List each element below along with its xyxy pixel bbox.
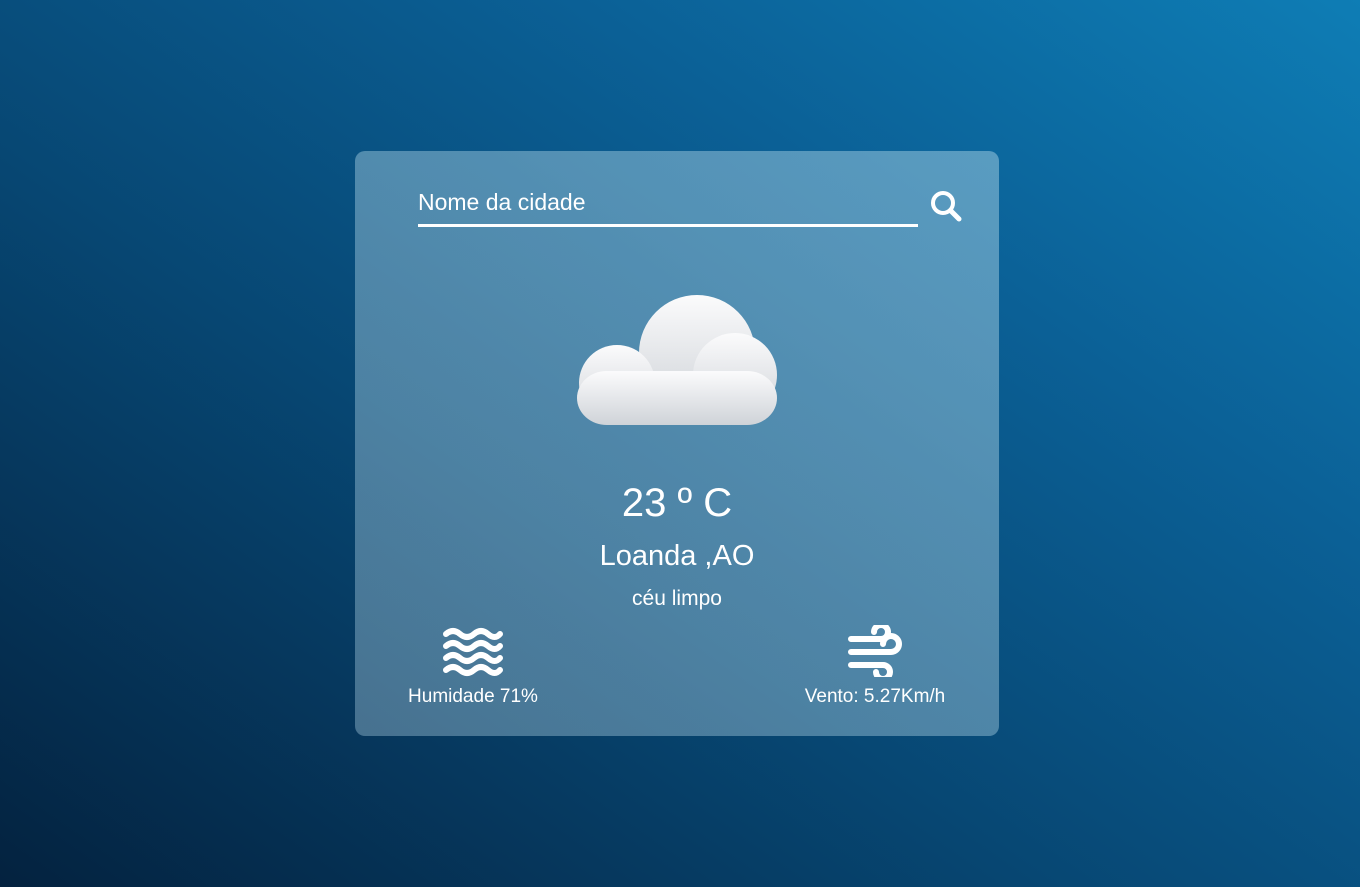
search-icon [931, 191, 962, 222]
search-button[interactable] [928, 189, 964, 225]
wind-icon [848, 625, 902, 677]
weather-description: céu limpo [632, 587, 722, 610]
humidity-stat: Humidade 71% [385, 625, 561, 709]
temperature: 23 º C [621, 481, 733, 525]
water-waves-icon [443, 628, 503, 676]
humidity-label: Humidade 71% [408, 686, 538, 707]
city-name: Loanda ,AO [599, 540, 755, 572]
city-search-input[interactable] [418, 181, 918, 227]
search-bar [418, 181, 963, 231]
weather-card: 23 º C Loanda ,AO céu limpo Humidade 71%… [355, 151, 999, 736]
cloud-icon [577, 295, 777, 425]
wind-stat: Vento: 5.27Km/h [787, 625, 963, 709]
wind-label: Vento: 5.27Km/h [804, 686, 946, 707]
